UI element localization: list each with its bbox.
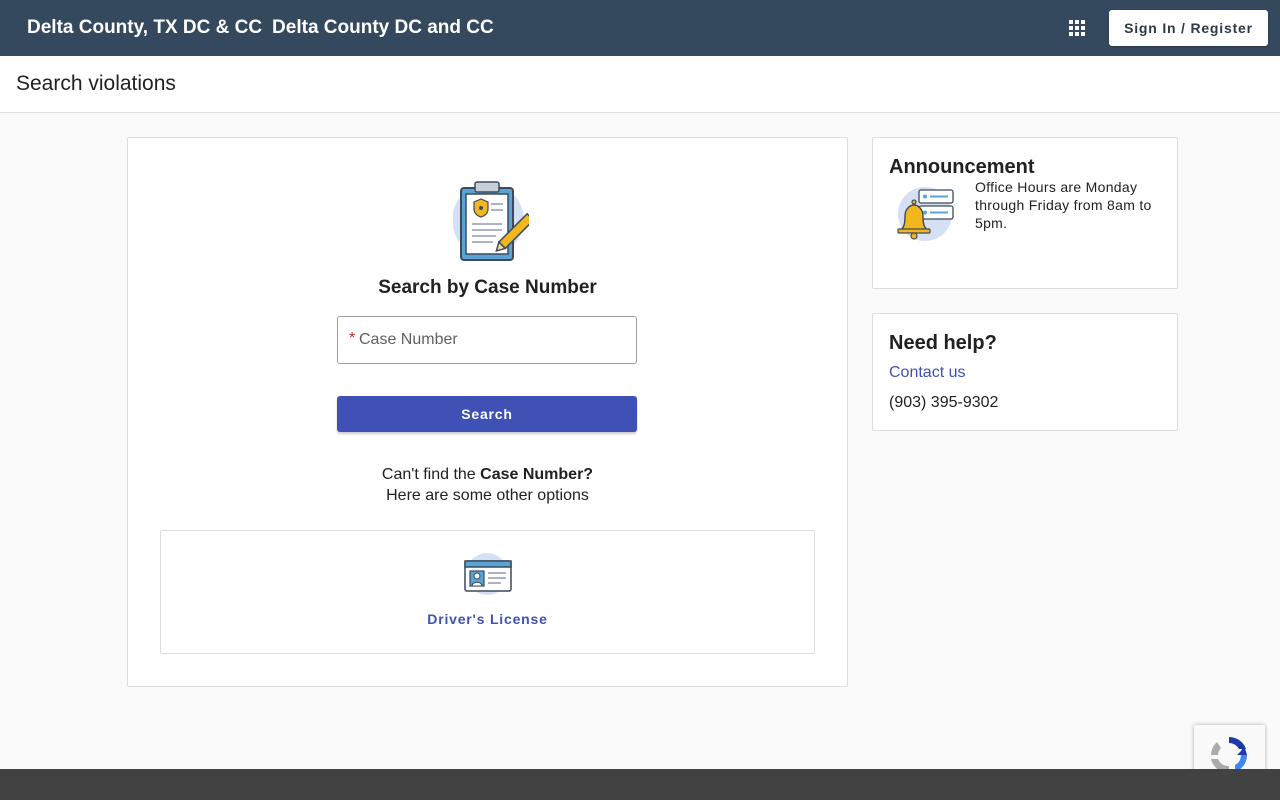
sign-in-register-button[interactable]: Sign In / Register xyxy=(1109,10,1268,46)
case-number-field[interactable]: * xyxy=(337,316,637,364)
contact-us-link[interactable]: Contact us xyxy=(889,364,965,382)
court-name: Delta County DC and CC xyxy=(272,17,494,38)
bell-notification-icon xyxy=(893,184,957,244)
cant-find-prefix: Can't find the xyxy=(381,466,476,483)
apps-grid-icon[interactable] xyxy=(1066,17,1088,39)
announcement-text: Office Hours are Monday through Friday f… xyxy=(975,179,1152,231)
brand-name[interactable]: Delta County, TX DC & CC xyxy=(27,17,262,38)
search-title: Search by Case Number xyxy=(378,277,597,298)
brand[interactable]: Delta County, TX DC & CC Delta County DC … xyxy=(27,17,494,39)
search-card: Search by Case Number * Search Can't fin… xyxy=(127,137,848,687)
cant-find-bold: Case Number? xyxy=(480,466,594,483)
page-footer xyxy=(0,769,1280,800)
drivers-license-option[interactable]: Driver's License xyxy=(160,530,815,654)
page-title: Search violations xyxy=(16,72,176,95)
case-number-input[interactable] xyxy=(359,317,629,363)
help-card: Need help? Contact us (903) 395-9302 xyxy=(872,313,1178,431)
drivers-license-icon xyxy=(463,553,513,595)
required-marker: * xyxy=(349,330,356,347)
search-button[interactable]: Search xyxy=(337,396,637,432)
drivers-license-label[interactable]: Driver's License xyxy=(161,611,814,627)
announcement-title: Announcement xyxy=(889,156,1035,178)
announcement-card: Announcement Office Hours are Monday thr… xyxy=(872,137,1178,289)
other-options-text: Here are some other options xyxy=(386,487,589,504)
clipboard-badge-icon xyxy=(452,180,535,264)
top-app-bar: Delta County, TX DC & CC Delta County DC … xyxy=(0,0,1280,56)
help-title: Need help? xyxy=(889,332,997,354)
cant-find-text: Can't find the Case Number? Here are som… xyxy=(128,464,847,506)
phone-number: (903) 395-9302 xyxy=(889,394,999,411)
page-header: Search violations xyxy=(0,56,1280,113)
